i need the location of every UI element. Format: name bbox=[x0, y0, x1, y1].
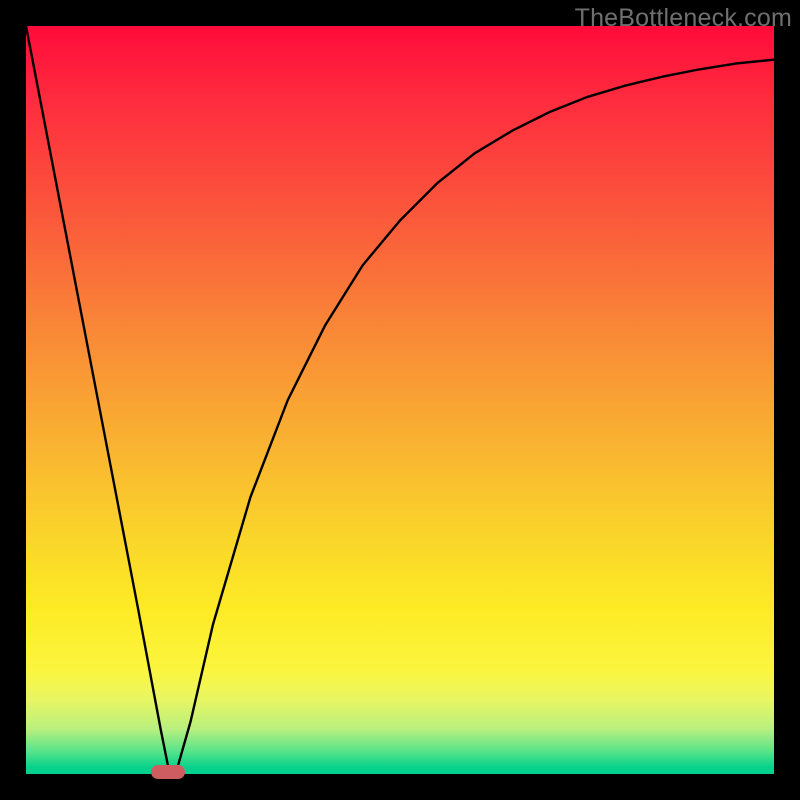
plot-area bbox=[26, 26, 774, 774]
chart-root: TheBottleneck.com bbox=[0, 0, 800, 800]
bottleneck-marker bbox=[151, 765, 185, 779]
bottleneck-curve bbox=[26, 26, 774, 774]
